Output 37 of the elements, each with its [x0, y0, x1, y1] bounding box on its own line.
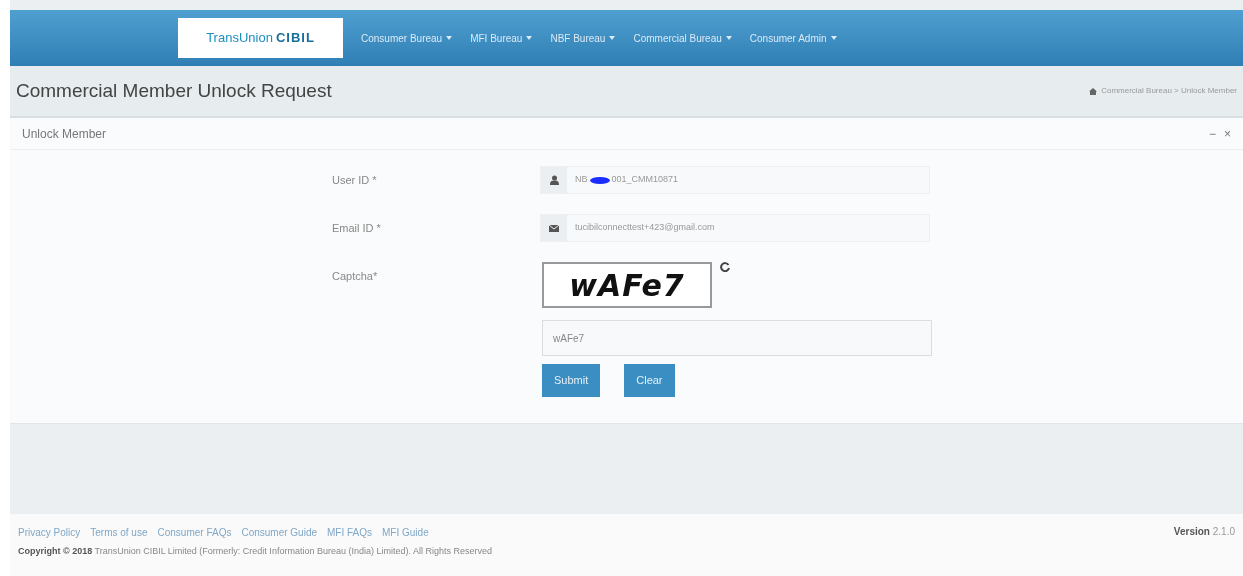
breadcrumb: Commercial Bureau > Unlock Member — [1101, 85, 1237, 97]
input-field[interactable]: NB 001_CMM10871 — [540, 166, 930, 194]
submit-button[interactable]: Submit — [542, 364, 601, 397]
footer-link[interactable]: Privacy Policy — [18, 527, 81, 538]
user-icon — [549, 175, 559, 185]
captcha-input[interactable]: wAFe7 — [542, 320, 932, 356]
caret-icon — [830, 36, 837, 40]
copyright-text: Copyright © 2018 TransUnion CIBIL Limited (Formerly: Credit Information Bureau (India) Limited). All Rights Reserved — [18, 544, 492, 558]
caret-icon — [526, 36, 533, 40]
logo: TransUnion CIBIL — [178, 18, 343, 58]
clear-button[interactable]: Clear — [624, 364, 675, 397]
close-icon[interactable]: × — [1224, 124, 1231, 143]
captcha-image: wAFe7 — [542, 262, 712, 308]
envelope-icon — [549, 224, 559, 232]
home-icon — [1089, 87, 1098, 95]
footer-link[interactable]: Consumer Guide — [241, 527, 317, 538]
caret-icon — [725, 36, 732, 40]
field-label: Email ID * — [331, 221, 382, 236]
refresh-icon[interactable] — [720, 262, 730, 272]
menu-item[interactable]: Consumer Bureau — [361, 30, 453, 46]
footer-link[interactable]: Terms of use — [90, 527, 148, 538]
input-field[interactable]: tucibilconnecttest+423@gmail.com — [540, 214, 930, 242]
version-text: Version 2.1.0 — [1173, 525, 1235, 539]
footer-link[interactable]: MFI FAQs — [327, 527, 372, 538]
menu-item[interactable]: MFI Bureau — [470, 30, 533, 46]
panel-title: Unlock Member — [22, 125, 107, 143]
field-label: Captcha* — [331, 269, 379, 284]
field-label: User ID * — [331, 173, 378, 188]
footer-link[interactable]: MFI Guide — [382, 527, 429, 538]
menu-item[interactable]: Consumer Admin — [749, 30, 837, 46]
caret-icon — [609, 36, 616, 40]
menu-item[interactable]: Commercial Bureau — [633, 30, 732, 46]
menu-item[interactable]: NBF Bureau — [550, 30, 616, 46]
collapse-icon[interactable]: − — [1208, 124, 1216, 143]
caret-icon — [446, 36, 453, 40]
footer-link[interactable]: Consumer FAQs — [157, 527, 232, 538]
page-title: Commercial Member Unlock Request — [16, 78, 332, 103]
